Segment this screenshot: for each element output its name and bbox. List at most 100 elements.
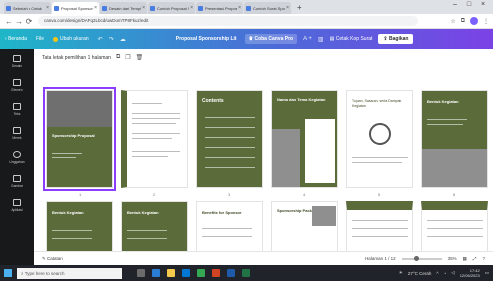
close-icon[interactable]: × <box>142 5 145 11</box>
browser-tab-active[interactable]: Proposal Sponsorship× <box>52 2 99 14</box>
chevron-up-icon[interactable]: ^ <box>436 271 438 276</box>
text-line <box>427 124 463 125</box>
design-title[interactable]: Proposal Sponsorship Lit <box>176 36 237 42</box>
zoom-level[interactable]: 35% <box>448 256 457 261</box>
photo <box>272 129 300 187</box>
maximize-button[interactable]: □ <box>462 1 476 8</box>
notes-button[interactable]: Catatan <box>47 256 63 261</box>
sidebar-item-text[interactable]: Teks <box>0 97 34 121</box>
file-menu[interactable]: File <box>36 36 44 42</box>
page-number: 5 <box>378 192 381 197</box>
menu-dots-icon[interactable]: ⋮ <box>483 18 489 25</box>
taskbar-search-input[interactable]: ⌕ Type here to search <box>17 267 122 279</box>
page-thumbnail[interactable]: Bentuk Kegiatan <box>421 90 488 188</box>
fullscreen-icon[interactable]: ⤢ <box>473 256 477 261</box>
browser-tab[interactable]: Contoh Surat Spons× <box>244 2 291 14</box>
page-thumbnail[interactable]: Sponsorship Proposal <box>43 87 116 191</box>
page-thumbnail[interactable]: Contents <box>196 90 263 188</box>
home-button[interactable]: ‹ Beranda <box>5 36 27 42</box>
minimize-button[interactable]: – <box>448 1 462 8</box>
clock[interactable]: 17:42 12/06/2023 <box>460 268 480 278</box>
page-thumbnail[interactable] <box>121 90 188 188</box>
wifi-icon[interactable]: ◔ <box>444 271 447 276</box>
volume-icon[interactable]: ◁ <box>451 270 454 276</box>
tab-favicon-icon <box>246 5 251 11</box>
page-indicator[interactable]: Halaman 1 / 12 <box>365 256 396 261</box>
editor-status-bar: ✎ Catatan Halaman 1 / 12 35% ▦ ⤢ ? <box>34 251 493 265</box>
tab-favicon-icon <box>6 5 11 11</box>
windows-start-icon[interactable] <box>4 269 12 277</box>
sidebar-item-label: Merek <box>12 135 22 140</box>
text-line <box>52 153 82 154</box>
close-window-button[interactable]: × <box>476 1 490 8</box>
page-thumbnail[interactable]: Nama dan Tema Kegiatan <box>271 90 338 188</box>
browser-tab[interactable]: Presentasi Proposal× <box>196 2 243 14</box>
sidebar-item-design[interactable]: Desain <box>0 49 34 73</box>
layout-icon <box>13 54 21 62</box>
browser-tab[interactable]: Desain dari Template× <box>100 2 147 14</box>
extensions-icon[interactable]: ⧉ <box>461 18 465 25</box>
help-icon[interactable]: ? <box>482 256 485 261</box>
app-store-icon[interactable] <box>182 269 190 277</box>
close-icon[interactable]: × <box>238 5 241 11</box>
text-line <box>132 151 180 152</box>
text-line <box>352 157 408 158</box>
insights-icon[interactable]: ▥ <box>318 36 324 43</box>
browser-tab[interactable]: Contoh Proposal Sp× <box>148 2 195 14</box>
sidebar-item-uploads[interactable]: Unggahan <box>0 145 34 169</box>
toc-line <box>205 167 255 168</box>
zoom-slider-knob[interactable] <box>413 255 419 261</box>
cover-photo <box>47 91 112 127</box>
app-office-icon[interactable] <box>212 269 220 277</box>
forward-icon[interactable]: → <box>14 17 24 26</box>
copy-icon[interactable]: ❐ <box>125 54 130 61</box>
browser-tab[interactable]: Sebelah • Cetak × <box>4 2 51 14</box>
table-row-line <box>427 236 483 237</box>
editor-sidebar: Desain Elemen Teks Merek Unggahan Gambar… <box>0 49 34 265</box>
back-icon[interactable]: ← <box>4 17 14 26</box>
bookmark-star-icon[interactable]: ☆ <box>450 18 455 25</box>
app-explorer-icon[interactable] <box>167 269 175 277</box>
duplicate-icon[interactable]: ⧉ <box>116 54 120 61</box>
notifications-icon[interactable]: ▭ <box>485 270 489 276</box>
sidebar-item-draw[interactable]: Gambar <box>0 169 34 193</box>
app-edge-icon[interactable] <box>152 269 160 277</box>
grid-view-icon[interactable]: ▦ <box>463 256 467 262</box>
sidebar-item-apps[interactable]: Aplikasi <box>0 193 34 217</box>
grid-header-label: Tata letak pemilihan 1 halaman <box>42 54 111 61</box>
new-tab-button[interactable]: + <box>292 2 307 14</box>
page-thumbnail[interactable]: Tujuan, Sasaran, serta Dampak Kegiatan <box>346 90 413 188</box>
print-button[interactable]: ▤ Cetak Kop Surat <box>330 36 373 42</box>
resize-button[interactable]: Ubah ukuran <box>53 36 89 42</box>
app-chrome-icon[interactable] <box>197 269 205 277</box>
app-excel-icon[interactable] <box>242 269 250 277</box>
close-icon[interactable]: × <box>286 5 289 11</box>
text-line <box>132 123 176 124</box>
try-pro-button[interactable]: ♛ Coba Canva Pro <box>244 34 298 44</box>
sidebar-item-brand[interactable]: Merek <box>0 121 34 145</box>
try-pro-label: Coba Canva Pro <box>254 36 294 42</box>
close-icon[interactable]: × <box>94 5 97 11</box>
text-line <box>202 236 252 237</box>
zoom-slider[interactable] <box>401 255 442 261</box>
redo-icon[interactable]: ↷ <box>109 36 114 43</box>
status-right: Halaman 1 / 12 35% ▦ ⤢ ? <box>365 255 485 262</box>
profile-avatar[interactable] <box>470 17 478 25</box>
url-input[interactable]: canva.com/design/DAFq2Lbcd/uwDomTP8Fkuz/… <box>38 16 418 26</box>
sidebar-item-label: Gambar <box>11 183 23 188</box>
close-icon[interactable]: × <box>46 5 49 11</box>
share-button[interactable]: ⇪ Bagikan <box>378 34 414 44</box>
app-word-icon[interactable] <box>227 269 235 277</box>
add-collaborator-icon[interactable]: A + <box>303 36 312 42</box>
trash-icon[interactable]: 🗑 <box>136 54 144 61</box>
task-view-icon[interactable] <box>137 269 145 277</box>
close-icon[interactable]: × <box>190 5 193 11</box>
sidebar-item-elements[interactable]: Elemen <box>0 73 34 97</box>
text-line <box>202 228 252 229</box>
table-row-line <box>352 228 408 229</box>
weather-label[interactable]: 27°C Cerah <box>408 271 432 276</box>
reload-icon[interactable]: ⟳ <box>24 17 34 26</box>
print-label: Cetak Kop Surat <box>335 36 373 42</box>
undo-icon[interactable]: ↶ <box>98 36 103 43</box>
text-icon <box>13 102 21 110</box>
